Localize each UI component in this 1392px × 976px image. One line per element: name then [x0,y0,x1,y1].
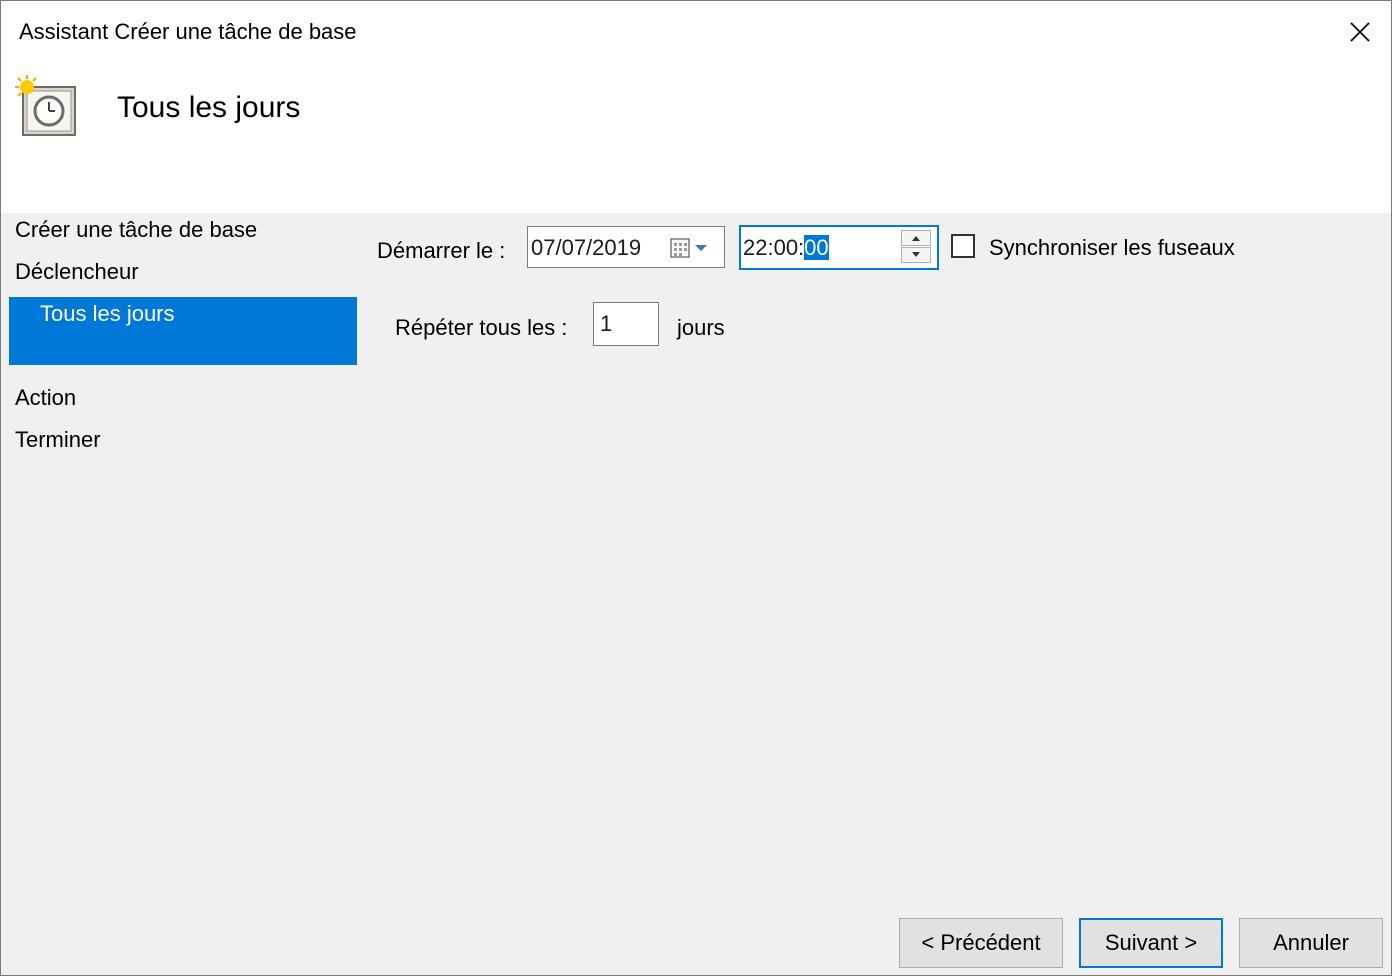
wizard-header: Tous les jours [1,63,1391,213]
time-spinner[interactable] [901,230,933,265]
time-prefix: 22:00: [743,235,805,260]
start-time-value: 22:00:00 [743,235,829,261]
sidebar-item-trigger: Déclencheur [15,259,139,284]
repeat-label: Répéter tous les : [395,315,568,340]
next-button[interactable]: Suivant > [1079,918,1223,968]
close-icon [1350,22,1370,42]
sidebar-item-action: Action [15,385,77,410]
spin-up-button[interactable] [901,230,931,246]
back-button[interactable]: < Précédent [899,918,1063,968]
chevron-down-icon [912,252,920,257]
sidebar-item-daily: Tous les jours [9,297,357,365]
repeat-unit-label: jours [677,315,725,340]
sidebar-item-label: Tous les jours [40,301,175,326]
calendar-clock-icon [15,75,76,136]
window-title: Assistant Créer une tâche de base [19,19,357,44]
repeat-days-input[interactable]: 1 [593,302,659,346]
start-date-picker[interactable]: 07/07/2019 [527,226,725,268]
sidebar-item-finish: Terminer [15,427,101,452]
start-date-value: 07/07/2019 [531,235,642,260]
sync-timezones-label[interactable]: Synchroniser les fuseaux [989,235,1235,261]
sidebar-item-create-task: Créer une tâche de base [15,217,258,242]
spin-down-button[interactable] [901,247,931,263]
sync-timezones-checkbox[interactable] [951,234,975,258]
calendar-dropdown-icon[interactable] [670,237,714,259]
cancel-button[interactable]: Annuler [1239,918,1383,968]
wizard-window: Assistant Créer une tâche de base Tous l… [0,0,1392,976]
start-time-input[interactable]: 22:00:00 [739,225,939,270]
chevron-up-icon [912,236,920,241]
time-seconds-selected: 00 [804,235,829,260]
page-title: Tous les jours [117,91,301,124]
repeat-days-value: 1 [600,311,613,336]
close-button[interactable] [1329,1,1391,63]
title-bar: Assistant Créer une tâche de base [1,1,1391,63]
start-label: Démarrer le : [377,238,506,263]
